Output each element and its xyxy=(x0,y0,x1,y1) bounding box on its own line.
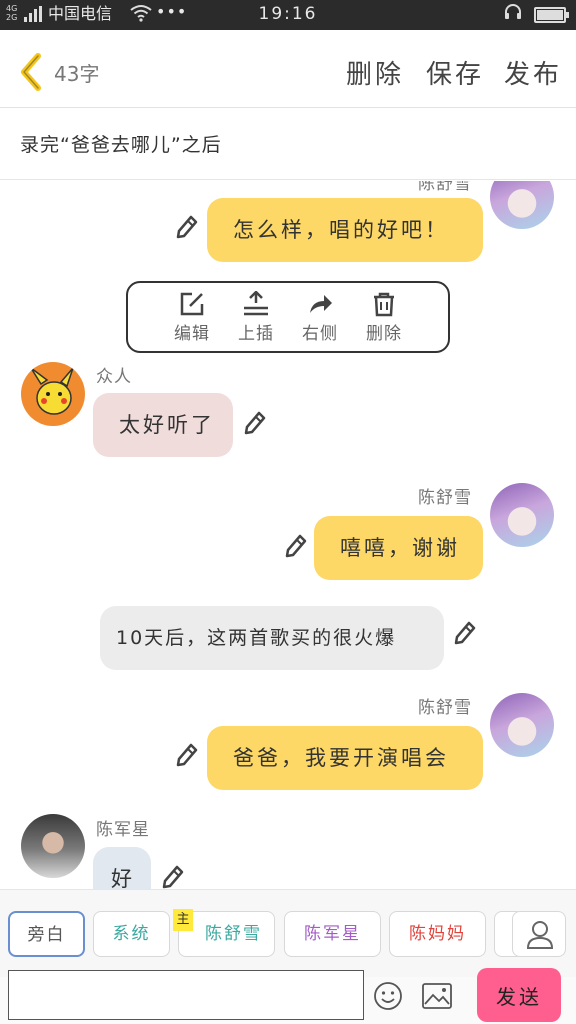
publish-button[interactable]: 发布 xyxy=(504,54,562,91)
clock: 19:16 xyxy=(258,4,318,24)
input-bar: 发送 xyxy=(0,968,576,1024)
role-button-narrator[interactable]: 旁白 xyxy=(8,911,85,957)
forward-icon xyxy=(310,295,332,313)
menu-insert-above-label: 上插 xyxy=(238,324,274,344)
avatar[interactable] xyxy=(21,814,85,878)
menu-edit[interactable]: 编辑 xyxy=(164,291,220,344)
narration-bubble[interactable]: 10天后，这两首歌买的很火爆 xyxy=(100,606,444,670)
speaker-name: 陈舒雪 xyxy=(418,488,472,508)
avatar[interactable] xyxy=(490,483,554,547)
speaker-name: 陈舒雪 xyxy=(418,698,472,718)
char-count: 43字 xyxy=(54,62,100,86)
smiley-icon xyxy=(374,982,402,1010)
insert-above-icon xyxy=(244,291,268,316)
speaker-name: 众人 xyxy=(96,367,132,387)
pencil-icon[interactable] xyxy=(454,621,476,645)
message-bubble[interactable]: 好 xyxy=(93,847,151,889)
pencil-icon[interactable] xyxy=(176,743,198,767)
role-button-system[interactable]: 系统 xyxy=(93,911,170,957)
menu-right-side[interactable]: 右侧 xyxy=(292,291,348,344)
chat-area[interactable]: 陈舒雪 怎么样，唱的好吧！ 编辑 上插 右侧 删除 众人 太好听了 陈舒雪 嘻嘻… xyxy=(0,181,576,889)
message-bubble[interactable]: 怎么样，唱的好吧！ xyxy=(207,198,483,262)
chevron-left-icon xyxy=(21,53,41,91)
message-bubble[interactable]: 太好听了 xyxy=(93,393,233,457)
person-icon xyxy=(526,921,554,949)
story-title: 录完“爸爸去哪儿”之后 xyxy=(20,134,222,156)
message-bubble[interactable]: 嘻嘻，谢谢 xyxy=(314,516,483,580)
menu-edit-label: 编辑 xyxy=(174,324,210,344)
delete-button[interactable]: 删除 xyxy=(346,54,404,91)
pikachu-avatar-icon xyxy=(30,367,74,415)
avatar[interactable] xyxy=(490,693,554,757)
edit-icon xyxy=(180,292,204,316)
send-button[interactable]: 发送 xyxy=(477,968,561,1022)
trash-icon xyxy=(374,292,394,317)
headset-icon xyxy=(504,3,522,25)
menu-delete[interactable]: 删除 xyxy=(356,291,412,344)
manage-roles-button[interactable] xyxy=(512,911,566,957)
back-button[interactable] xyxy=(16,52,46,92)
role-selector-bar: 旁白 系统 陈舒雪 主 陈军星 陈妈妈 xyxy=(0,889,576,977)
status-bar: 4G 2G 中国电信 ••• 19:16 xyxy=(0,0,576,30)
pencil-icon[interactable] xyxy=(285,534,307,558)
pencil-icon[interactable] xyxy=(176,215,198,239)
pencil-icon[interactable] xyxy=(244,411,266,435)
menu-delete-label: 删除 xyxy=(366,324,402,344)
avatar[interactable] xyxy=(490,181,554,229)
main-role-badge: 主 xyxy=(173,909,193,931)
menu-insert-above[interactable]: 上插 xyxy=(228,291,284,344)
battery-icon xyxy=(534,7,569,23)
message-context-menu: 编辑 上插 右侧 删除 xyxy=(126,281,450,353)
image-button[interactable] xyxy=(422,983,452,1009)
image-icon xyxy=(422,983,452,1009)
save-button[interactable]: 保存 xyxy=(426,54,484,91)
story-title-bar[interactable]: 录完“爸爸去哪儿”之后 xyxy=(0,108,576,180)
speaker-name: 陈军星 xyxy=(96,820,150,840)
message-bubble[interactable]: 爸爸，我要开演唱会 xyxy=(207,726,483,790)
role-button-chen-mama[interactable]: 陈妈妈 xyxy=(389,911,486,957)
avatar[interactable] xyxy=(21,362,85,426)
role-button-chen-junxing[interactable]: 陈军星 xyxy=(284,911,381,957)
pencil-icon[interactable] xyxy=(162,865,184,889)
emoji-button[interactable] xyxy=(373,981,403,1011)
message-input[interactable] xyxy=(8,970,364,1020)
speaker-name: 陈舒雪 xyxy=(418,181,472,194)
editor-header: 43字 删除 保存 发布 xyxy=(0,30,576,108)
menu-right-side-label: 右侧 xyxy=(302,324,338,344)
